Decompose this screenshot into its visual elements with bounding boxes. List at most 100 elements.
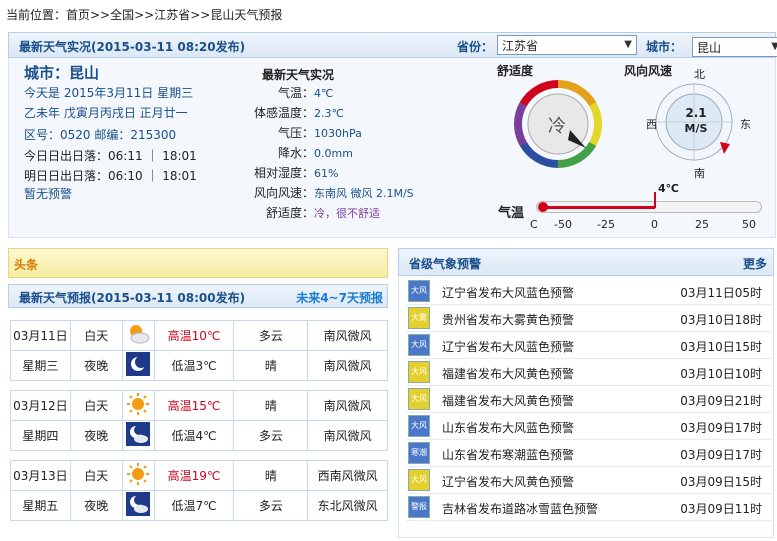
warnings-title: 省级气象预警: [409, 257, 482, 271]
forecast-period: 白天: [69, 460, 123, 491]
forecast-temp: 低温7℃: [153, 490, 235, 521]
lunar-date: 乙未年 戊寅月丙戌日 正月廿一: [24, 106, 188, 120]
warning-icon: 大雾: [408, 307, 430, 329]
warning-icon: 大风: [408, 361, 430, 383]
forecast-night-row: 星期三 夜晚 低温3℃ 晴南风微风: [10, 350, 388, 381]
forecast-night-row: 星期四 夜晚 低温4℃ 多云 南风微风: [10, 420, 388, 451]
breadcrumb[interactable]: 当前位置：首页>>全国>>江苏省>>昆山天气预报: [6, 6, 282, 23]
sunrise-today: 今日日出日落：06:11 ｜ 18:01: [24, 149, 197, 163]
warning-date: 03月09日21时: [680, 394, 762, 408]
warning-title: 福建省发布大风黄色预警: [442, 367, 575, 381]
today-date: 今天是 2015年3月11日 星期三: [24, 86, 194, 100]
warning-item[interactable]: 寒潮 山东省发布寒潮蓝色预警 03月09日17时: [406, 440, 772, 467]
no-warning-link[interactable]: 暂无预警: [24, 185, 72, 202]
area-codes: 区号：0520 邮编：215300: [24, 128, 177, 142]
city-value: 昆山: [697, 41, 722, 55]
warning-icon-label: 大风: [411, 367, 427, 376]
forecast-weather: 晴: [233, 460, 309, 491]
warning-title: 辽宁省发布大风蓝色预警: [442, 340, 575, 354]
obs-label: 气压：: [277, 126, 314, 140]
warning-item[interactable]: 大雾 贵州省发布大雾黄色预警 03月10日18时: [406, 305, 772, 332]
warnings-more-link[interactable]: 更多: [743, 255, 767, 272]
forecast-wind: 南风微风: [307, 420, 388, 451]
live-weather-title: 最新天气实况(2015-03-11 08:20发布): [19, 40, 246, 54]
obs-label: 舒适度：: [265, 206, 314, 220]
warning-icon-label: 大雾: [411, 313, 427, 322]
obs-value: 冷，很不舒适: [314, 207, 380, 220]
warning-item[interactable]: 警报 吉林省发布道路冰雪蓝色预警 03月09日11时: [406, 494, 772, 521]
obs-value: 0.0mm: [314, 147, 353, 160]
obs-row: 舒适度：冷，很不舒适: [234, 204, 380, 221]
obs-value: 2.3℃: [314, 107, 344, 120]
chevron-down-icon: ▼: [624, 39, 632, 50]
headline-tab[interactable]: 头条: [14, 256, 38, 273]
forecast-wind: 东北风微风: [307, 490, 388, 521]
warning-title: 吉林省发布道路冰雪蓝色预警: [442, 502, 599, 516]
warning-icon: 寒潮: [408, 442, 430, 464]
forecast-more-link[interactable]: 未来4~7天预报: [296, 289, 383, 306]
forecast-temp: 低温3℃: [153, 350, 235, 381]
forecast-header-bar: 最新天气预报(2015-03-11 08:00发布) 未来4~7天预报: [8, 284, 388, 308]
forecast-weather: 晴: [233, 390, 309, 421]
obs-row: 相对湿度：61%: [234, 164, 338, 181]
obs-label: 风向风速：: [253, 186, 314, 200]
warning-date: 03月10日10时: [680, 367, 762, 381]
forecast-weather: 多云: [233, 420, 309, 451]
warning-item[interactable]: 大风 福建省发布大风黄色预警 03月10日10时: [406, 359, 772, 386]
forecast-title: 最新天气预报(2015-03-11 08:00发布): [19, 291, 246, 305]
temp-tick-label: -50: [554, 218, 572, 231]
warning-icon-label: 大风: [411, 340, 427, 349]
obs-value: 1030hPa: [314, 127, 362, 140]
forecast-date: 03月13日: [10, 460, 71, 491]
forecast-day-row: 03月13日 白天 高温19℃ 晴西南风微风: [10, 460, 388, 491]
headline-bar: [8, 248, 388, 278]
forecast-date: 03月11日: [10, 320, 71, 351]
forecast-wind: 西南风微风: [307, 460, 388, 491]
warning-item[interactable]: 大风 辽宁省发布大风蓝色预警 03月10日15时: [406, 332, 772, 359]
warning-icon-label: 大风: [411, 286, 427, 295]
warning-item[interactable]: 大风 辽宁省发布大风蓝色预警 03月11日05时: [406, 278, 772, 305]
warning-icon: 大风: [408, 334, 430, 356]
warning-title: 山东省发布大风蓝色预警: [442, 421, 575, 435]
warning-title: 福建省发布大风黄色预警: [442, 394, 575, 408]
obs-row: 气压：1030hPa: [234, 124, 362, 141]
warnings-header-bar: 省级气象预警 更多: [398, 248, 774, 276]
province-value: 江苏省: [502, 39, 539, 53]
warning-title: 辽宁省发布大风黄色预警: [442, 475, 575, 489]
forecast-weekday: 星期三: [10, 350, 71, 381]
province-select[interactable]: 江苏省 ▼: [497, 35, 637, 55]
forecast-date: 03月12日: [10, 390, 71, 421]
obs-row: 体感温度：2.3℃: [234, 104, 344, 121]
obs-label: 相对湿度：: [253, 166, 314, 180]
forecast-night-row: 星期五 夜晚 低温7℃ 多云 东北风微风: [10, 490, 388, 521]
warning-icon-label: 大风: [411, 394, 427, 403]
wind-dir-north: 北: [694, 68, 705, 81]
partly-cloudy-icon: [121, 320, 155, 351]
comfort-value: 冷: [548, 116, 566, 137]
forecast-wind: 南风微风: [307, 350, 388, 381]
warning-date: 03月09日17时: [680, 448, 762, 462]
warning-icon-label: 警报: [411, 502, 427, 511]
forecast-temp: 高温19℃: [153, 460, 235, 491]
warning-date: 03月10日18时: [680, 313, 762, 327]
warning-date: 03月10日15时: [680, 340, 762, 354]
sun-icon: [121, 460, 155, 491]
moon-icon: [121, 350, 155, 381]
city-label: 城市：: [646, 40, 683, 54]
warning-icon: 大风: [408, 469, 430, 491]
wind-dir-south: 南: [694, 167, 705, 180]
thermometer-bulb-icon: [538, 202, 548, 212]
city-select[interactable]: 昆山 ▼: [692, 37, 777, 57]
warning-item[interactable]: 大风 山东省发布大风蓝色预警 03月09日17时: [406, 413, 772, 440]
temp-tick-label: -25: [597, 218, 615, 231]
warning-item[interactable]: 大风 辽宁省发布大风黄色预警 03月09日15时: [406, 467, 772, 494]
forecast-weekday: 星期五: [10, 490, 71, 521]
temp-marker-label: 4℃: [658, 182, 679, 195]
forecast-day-table: 03月12日 白天 高温15℃ 晴南风微风 星期四 夜晚 低温4℃ 多云 南风微风: [10, 390, 388, 451]
warning-item[interactable]: 大风 福建省发布大风黄色预警 03月09日21时: [406, 386, 772, 413]
temp-tick-label: 50: [742, 218, 756, 231]
temp-tick-label: 0: [651, 218, 658, 231]
warning-icon-label: 大风: [411, 421, 427, 430]
forecast-period: 夜晚: [69, 420, 123, 451]
temp-tick-label: C: [530, 218, 538, 231]
